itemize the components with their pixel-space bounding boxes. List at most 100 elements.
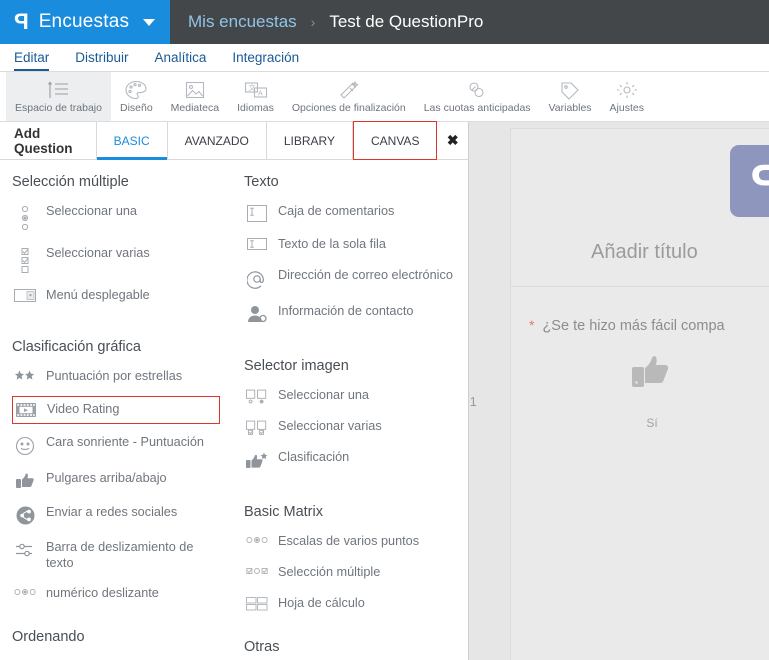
question-type-hoja-de-calculo[interactable]: Hoja de cálculo bbox=[244, 592, 458, 616]
image-rating-icon bbox=[246, 450, 268, 469]
brand-menu[interactable]: P Encuestas bbox=[0, 0, 170, 44]
matrix-checkbox-icon bbox=[246, 565, 268, 576]
toolbar-label: Variables bbox=[549, 102, 592, 114]
breadcrumb-parent-link[interactable]: Mis encuestas bbox=[188, 12, 297, 32]
radio-list-icon bbox=[14, 204, 36, 231]
toolbar-label: Mediateca bbox=[171, 102, 219, 114]
tab-avanzado[interactable]: AVANZADO bbox=[168, 122, 267, 159]
preview-question-row: * ¿Se te hizo más fácil compa bbox=[511, 317, 769, 334]
nav-tab-analitica[interactable]: Analítica bbox=[155, 50, 207, 71]
dropdown-icon bbox=[14, 288, 36, 302]
thumbs-up-icon bbox=[630, 351, 674, 398]
question-type-label: Seleccionar varias bbox=[46, 246, 150, 262]
toolbar-label: Ajustes bbox=[610, 102, 644, 114]
spreadsheet-icon bbox=[246, 596, 268, 611]
group-heading-clasificacion-grafica: Clasificación gráfica bbox=[12, 339, 224, 355]
languages-icon: 文 A bbox=[243, 80, 269, 100]
question-type-menu-desplegable[interactable]: Menú desplegable bbox=[12, 284, 224, 308]
group-heading-selector-imagen: Selector imagen bbox=[244, 358, 458, 374]
question-type-texto-de-la-sola-fila[interactable]: Texto de la sola fila bbox=[244, 233, 458, 257]
add-question-tabbar: Add Question BASIC AVANZADO LIBRARY CANV… bbox=[0, 122, 468, 160]
toolbar-item-diseno[interactable]: Diseño bbox=[111, 72, 162, 121]
question-type-puntuacion-por-estrellas[interactable]: Puntuación por estrellas bbox=[12, 365, 224, 389]
preview-choice-label: Sí bbox=[646, 416, 657, 430]
share-icon bbox=[14, 505, 36, 525]
question-type-informacion-de-contacto[interactable]: Información de contacto bbox=[244, 300, 458, 327]
question-type-label: Hoja de cálculo bbox=[278, 596, 365, 612]
multipoint-scale-icon bbox=[246, 534, 268, 545]
question-type-label: Pulgares arriba/abajo bbox=[46, 471, 167, 487]
top-bar: P Encuestas Mis encuestas › Test de Ques… bbox=[0, 0, 769, 44]
numeric-slider-icon bbox=[14, 586, 36, 597]
add-question-body: Selección múltiple Seleccionar una bbox=[0, 160, 468, 660]
question-type-direccion-de-correo-electronico[interactable]: Dirección de correo electrónico bbox=[244, 264, 458, 293]
toolbar-item-las-cuotas-anticipadas[interactable]: Las cuotas anticipadas bbox=[415, 72, 540, 121]
chain-link-icon bbox=[465, 80, 489, 100]
tab-library[interactable]: LIBRARY bbox=[267, 122, 353, 159]
group-heading-otras: Otras bbox=[244, 639, 458, 655]
question-type-seleccionar-una[interactable]: Seleccionar una bbox=[12, 200, 224, 235]
comment-box-icon bbox=[246, 204, 268, 222]
brand-label: Encuestas bbox=[39, 11, 130, 33]
question-type-video-rating[interactable]: Video Rating bbox=[12, 396, 220, 424]
toolbar-label: Espacio de trabajo bbox=[15, 102, 102, 114]
preview-question-text: ¿Se te hizo más fácil compa bbox=[542, 318, 724, 334]
question-type-label: Puntuación por estrellas bbox=[46, 369, 182, 385]
question-type-seleccionar-varias[interactable]: Seleccionar varias bbox=[12, 242, 224, 277]
add-question-title: Add Question bbox=[0, 122, 97, 159]
smiley-icon bbox=[14, 435, 36, 456]
nav-tab-distribuir[interactable]: Distribuir bbox=[75, 50, 128, 71]
question-type-label: Escalas de varios puntos bbox=[278, 534, 419, 550]
question-type-imagen-seleccionar-varias[interactable]: Seleccionar varias bbox=[244, 415, 458, 439]
question-type-imagen-clasificacion[interactable]: Clasificación bbox=[244, 446, 458, 473]
toolbar-item-opciones-de-finalizacion[interactable]: Opciones de finalización bbox=[283, 72, 415, 121]
image-library-icon bbox=[183, 80, 207, 100]
question-type-matrix-seleccion-multiple[interactable]: Selección múltiple bbox=[244, 561, 458, 585]
breadcrumb-current: Test de QuestionPro bbox=[329, 12, 483, 32]
magic-wand-icon bbox=[337, 80, 361, 100]
question-type-label: Texto de la sola fila bbox=[278, 237, 386, 253]
question-type-enviar-a-redes-sociales[interactable]: Enviar a redes sociales bbox=[12, 501, 224, 529]
workspace-icon bbox=[45, 80, 71, 100]
preview-choice-yes[interactable]: Sí bbox=[630, 351, 674, 430]
add-title-placeholder[interactable]: Añadir título bbox=[591, 241, 698, 264]
chevron-down-icon[interactable] bbox=[143, 19, 155, 26]
tab-basic[interactable]: BASIC bbox=[97, 122, 168, 159]
question-type-pulgares-arriba-abajo[interactable]: Pulgares arriba/abajo bbox=[12, 467, 224, 494]
nav-tab-integracion[interactable]: Integración bbox=[232, 50, 299, 71]
svg-text:文: 文 bbox=[248, 83, 255, 92]
breadcrumb: Mis encuestas › Test de QuestionPro bbox=[170, 0, 769, 44]
close-icon[interactable]: ✖ bbox=[437, 122, 468, 159]
group-heading-texto: Texto bbox=[244, 174, 458, 190]
question-type-label: Seleccionar una bbox=[46, 204, 137, 220]
question-type-numerico-deslizante[interactable]: numérico deslizante bbox=[12, 582, 224, 606]
tab-canvas[interactable]: CANVAS bbox=[353, 121, 437, 160]
question-type-imagen-seleccionar-una[interactable]: Seleccionar una bbox=[244, 384, 458, 408]
question-type-label: Enviar a redes sociales bbox=[46, 505, 177, 521]
editor-toolbar: Espacio de trabajo Diseño Mediateca bbox=[0, 72, 769, 122]
toolbar-item-mediateca[interactable]: Mediateca bbox=[162, 72, 228, 121]
contact-icon bbox=[246, 304, 268, 323]
survey-logo-icon: P bbox=[730, 145, 769, 217]
toolbar-item-variables[interactable]: Variables bbox=[540, 72, 601, 121]
checkbox-list-icon bbox=[14, 246, 36, 273]
toolbar-label: Opciones de finalización bbox=[292, 102, 406, 114]
question-type-orden-de-rango[interactable]: 1 2 Orden de rango bbox=[12, 655, 224, 660]
question-type-escalas-de-varios-puntos[interactable]: Escalas de varios puntos bbox=[244, 530, 458, 554]
nav-tab-editar[interactable]: Editar bbox=[14, 50, 49, 71]
question-type-label: Barra de deslizamiento de texto bbox=[46, 540, 220, 572]
question-type-label: Información de contacto bbox=[278, 304, 413, 320]
group-heading-seleccion-multiple: Selección múltiple bbox=[12, 174, 224, 190]
survey-card-header: P Añadir título bbox=[511, 129, 769, 287]
question-type-cara-sonriente-puntuacion[interactable]: Cara sonriente - Puntuación bbox=[12, 431, 224, 460]
gear-icon bbox=[615, 80, 639, 100]
toolbar-item-idiomas[interactable]: 文 A Idiomas bbox=[228, 72, 283, 121]
question-type-label: numérico deslizante bbox=[46, 586, 159, 602]
toolbar-item-ajustes[interactable]: Ajustes bbox=[601, 72, 653, 121]
question-type-label: Seleccionar varias bbox=[278, 419, 382, 435]
question-type-barra-de-deslizamiento-de-texto[interactable]: Barra de deslizamiento de texto bbox=[12, 536, 224, 576]
film-strip-icon bbox=[15, 402, 37, 417]
tag-icon bbox=[558, 80, 582, 100]
toolbar-item-espacio-de-trabajo[interactable]: Espacio de trabajo bbox=[6, 72, 111, 121]
question-type-caja-de-comentarios[interactable]: Caja de comentarios bbox=[244, 200, 458, 226]
